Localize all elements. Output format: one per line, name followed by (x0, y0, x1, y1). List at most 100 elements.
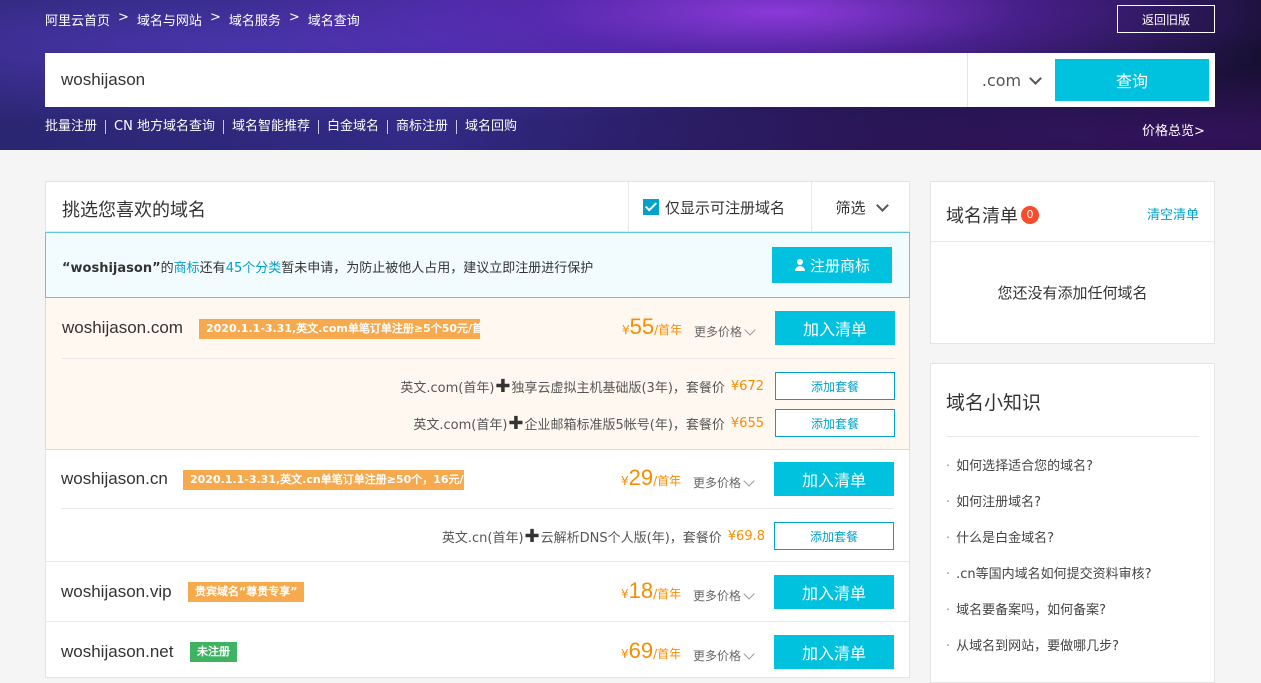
search-box: .com 查询 (45, 53, 1215, 107)
add-to-cart-button[interactable]: 加入清单 (774, 575, 894, 609)
categories-link[interactable]: 45个分类 (226, 261, 282, 276)
cart-empty-message: 您还没有添加任何域名 (997, 284, 1148, 302)
notice-text-part: 暂未申请，为防止被他人占用，建议立即注册进行保护 (281, 261, 594, 276)
register-trademark-button[interactable]: 注册商标 (772, 247, 892, 283)
more-price-label: 更多价格 (694, 325, 743, 339)
breadcrumb-domain-website[interactable]: 域名与网站 (137, 10, 202, 29)
price-unit: /首年 (653, 647, 682, 661)
more-price-dropdown[interactable]: 更多价格 (693, 474, 755, 491)
domain-row-net: woshijason.net 未注册 ¥69/首年 更多价格 加入清单 (45, 622, 910, 679)
price: ¥18/首年 (621, 578, 681, 604)
link-trademark-register[interactable]: 商标注册 (386, 120, 456, 134)
cart-header: 域名清单 0 清空清单 (931, 182, 1214, 242)
link-platinum-domain[interactable]: 白金域名 (317, 120, 387, 134)
bundle-item: 云解析DNS个人版(年)，套餐价 (540, 531, 722, 546)
breadcrumb-domain-service[interactable]: 域名服务 (229, 10, 281, 29)
more-price-label: 更多价格 (693, 476, 742, 490)
chevron-down-icon (1029, 71, 1042, 85)
price-value: 18 (628, 578, 654, 603)
bundle-offer: 英文.com(首年) ✚ 独享云虚拟主机基础版(3年)，套餐价 ¥672 (400, 376, 764, 397)
domain-name: woshijason.net (61, 642, 174, 661)
chevron-down-icon (743, 474, 755, 487)
unregistered-tag: 未注册 (190, 642, 237, 662)
domain-row-com: woshijason.com 2020.1.1-3.31,英文.com单笔订单注… (45, 298, 910, 450)
domain-search-input[interactable] (61, 60, 951, 100)
plus-icon: ✚ (508, 413, 524, 434)
price-overview-link[interactable]: 价格总览> (1142, 120, 1205, 139)
notice-domain: “woshijason” (62, 261, 161, 276)
tip-link[interactable]: 从域名到网站，要做哪几步? (946, 635, 1119, 654)
filter-dropdown[interactable]: 筛选 (811, 182, 910, 232)
tld-select[interactable]: .com (967, 53, 1054, 107)
breadcrumb-domain-query: 域名查询 (307, 14, 360, 29)
more-price-dropdown[interactable]: 更多价格 (694, 323, 756, 340)
panel-header: 挑选您喜欢的域名 仅显示可注册域名 筛选 (46, 182, 909, 232)
cart-title: 域名清单 0 (946, 202, 1039, 228)
bundle-base: 英文.cn(首年) (441, 531, 524, 546)
notice-text-part: 还有 (199, 261, 226, 276)
bundle-price: ¥69.8 (727, 529, 765, 544)
more-price-label: 更多价格 (693, 649, 742, 663)
bundle-item: 企业邮箱标准版5帐号(年)，套餐价 (524, 418, 725, 433)
header-banner: 阿里云首页 > 域名与网站 > 域名服务 > 域名查询 返回旧版 .com 查询… (0, 0, 1261, 150)
domain-row-main: woshijason.com 2020.1.1-3.31,英文.com单笔订单注… (46, 298, 909, 358)
link-cn-local-domain[interactable]: CN 地方域名查询 (105, 120, 223, 134)
chevron-down-icon (744, 323, 756, 336)
price-unit: /首年 (654, 323, 683, 337)
tip-link[interactable]: 域名要备案吗，如何备案? (946, 599, 1106, 618)
more-price-dropdown[interactable]: 更多价格 (693, 647, 755, 664)
price-unit: /首年 (653, 474, 682, 488)
add-bundle-button[interactable]: 添加套餐 (775, 409, 895, 437)
add-to-cart-button[interactable]: 加入清单 (775, 311, 895, 345)
trademark-notice: “woshijason”的商标还有45个分类暂未申请，为防止被他人占用，建议立即… (45, 232, 910, 298)
more-price-dropdown[interactable]: 更多价格 (693, 587, 755, 604)
clear-cart-link[interactable]: 清空清单 (1147, 204, 1199, 223)
add-bundle-button[interactable]: 添加套餐 (775, 372, 895, 400)
tip-link[interactable]: 如何注册域名? (946, 491, 1041, 510)
chevron-down-icon (875, 198, 889, 212)
panel-title: 挑选您喜欢的域名 (62, 200, 206, 221)
link-batch-register[interactable]: 批量注册 (45, 120, 105, 134)
add-to-cart-button[interactable]: 加入清单 (774, 462, 894, 496)
currency: ¥ (621, 474, 629, 488)
breadcrumb-separator: > (209, 10, 221, 25)
domain-row-main: woshijason.cn 2020.1.1-3.31,英文.cn单笔订单注册≥… (45, 450, 910, 510)
link-smart-recommend[interactable]: 域名智能推荐 (222, 120, 318, 134)
divider (62, 358, 895, 359)
domain-results-panel: 挑选您喜欢的域名 仅显示可注册域名 筛选 “woshijason”的商标还有45… (45, 181, 910, 678)
link-domain-buyback[interactable]: 域名回购 (456, 120, 525, 134)
divider (946, 436, 1199, 437)
trademark-link[interactable]: 商标 (174, 261, 200, 276)
currency: ¥ (621, 647, 629, 661)
plus-icon: ✚ (524, 526, 540, 547)
plus-icon: ✚ (495, 376, 511, 397)
checkbox-checked-icon[interactable] (643, 199, 659, 215)
only-available-label: 仅显示可注册域名 (665, 198, 786, 217)
tip-link[interactable]: .cn等国内域名如何提交资料审核? (946, 563, 1151, 582)
tip-link[interactable]: 什么是白金域名? (946, 527, 1054, 546)
query-button[interactable]: 查询 (1055, 59, 1209, 101)
breadcrumb-home[interactable]: 阿里云首页 (45, 10, 110, 29)
price-unit: /首年 (653, 587, 682, 601)
domain-row-vip: woshijason.vip 贵宾域名“尊贵专享” ¥18/首年 更多价格 加入… (45, 562, 910, 622)
add-bundle-button[interactable]: 添加套餐 (774, 522, 894, 550)
domain-name: woshijason.vip (61, 582, 172, 601)
domain-name: woshijason.cn (61, 469, 168, 488)
tips-title: 域名小知识 (946, 392, 1042, 414)
chevron-down-icon (743, 587, 755, 600)
breadcrumb-separator: > (288, 10, 300, 25)
tld-selected-value: .com (981, 70, 1022, 90)
bundle-item: 独享云虚拟主机基础版(3年)，套餐价 (511, 381, 725, 396)
only-available-toggle[interactable]: 仅显示可注册域名 (628, 182, 811, 232)
bundle-offer: 英文.com(首年) ✚ 企业邮箱标准版5帐号(年)，套餐价 ¥655 (413, 413, 764, 434)
currency: ¥ (622, 323, 630, 337)
add-to-cart-button[interactable]: 加入清单 (774, 635, 894, 669)
price: ¥69/首年 (621, 638, 681, 664)
tip-link[interactable]: 如何选择适合您的域名? (946, 455, 1093, 474)
price: ¥55/首年 (622, 314, 682, 340)
bundle-price: ¥672 (730, 379, 764, 394)
back-to-old-version-button[interactable]: 返回旧版 (1117, 5, 1215, 33)
bundle-price: ¥655 (730, 416, 764, 431)
domain-row-cn: woshijason.cn 2020.1.1-3.31,英文.cn单笔订单注册≥… (45, 450, 910, 562)
promo-tag: 2020.1.1-3.31,英文.cn单笔订单注册≥50个，16元/首年 (183, 470, 464, 490)
